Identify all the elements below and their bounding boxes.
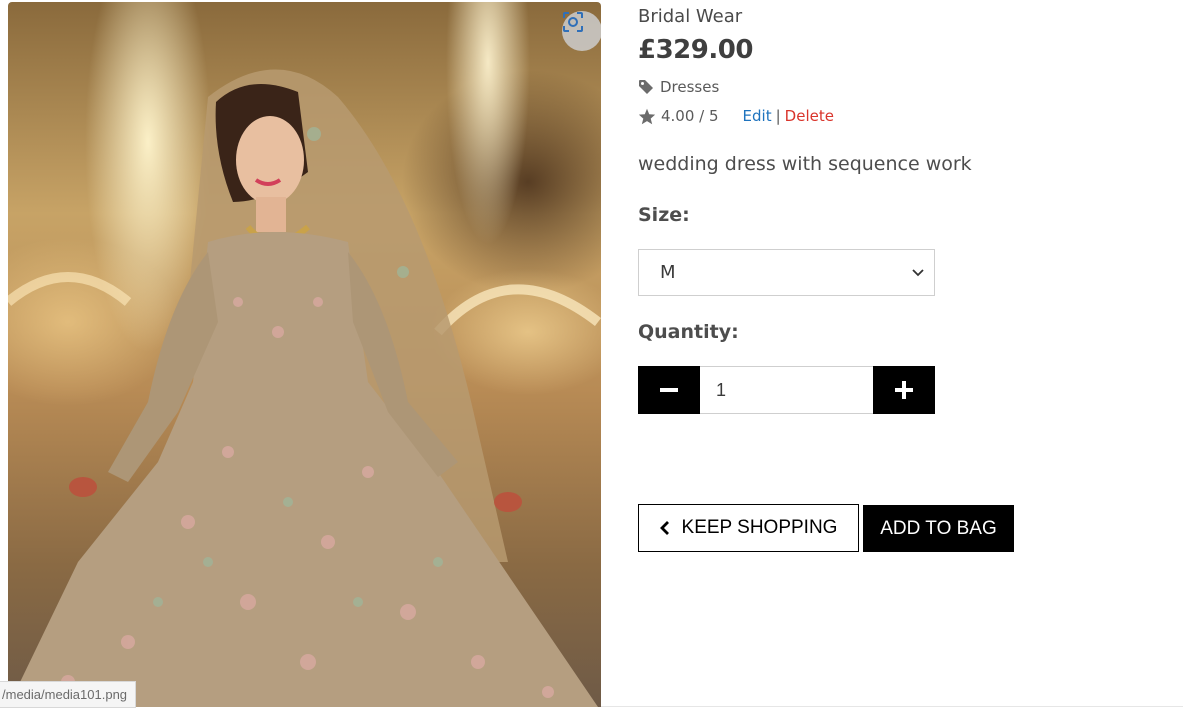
- delete-link[interactable]: Delete: [785, 107, 834, 125]
- star-icon: [638, 108, 656, 124]
- quantity-label: Quantity:: [638, 321, 739, 343]
- product-image[interactable]: [8, 2, 601, 707]
- product-description: wedding dress with sequence work: [638, 153, 972, 175]
- rating-row: 4.00 / 5 Edit | Delete: [638, 107, 834, 125]
- product-name: Bridal Wear: [638, 6, 743, 27]
- increment-button[interactable]: [873, 366, 935, 414]
- keep-shopping-label: KEEP SHOPPING: [681, 517, 838, 538]
- zoom-scan-icon: [563, 12, 583, 32]
- plus-icon: [895, 381, 913, 399]
- bride-illustration: [8, 69, 601, 707]
- edit-link[interactable]: Edit: [743, 107, 772, 125]
- product-category[interactable]: Dresses: [638, 78, 719, 96]
- category-label: Dresses: [660, 78, 720, 96]
- chevron-left-icon: [659, 521, 669, 535]
- divider: [601, 706, 1183, 707]
- product-price: £329.00: [638, 35, 753, 65]
- size-label: Size:: [638, 204, 690, 226]
- quantity-input[interactable]: 1: [700, 366, 873, 414]
- keep-shopping-button[interactable]: KEEP SHOPPING: [638, 504, 859, 552]
- rating-value: 4.00 / 5: [661, 107, 719, 125]
- size-select[interactable]: M: [638, 249, 935, 296]
- add-to-bag-button[interactable]: ADD TO BAG: [863, 505, 1014, 552]
- chevron-down-icon: [912, 268, 924, 276]
- decrement-button[interactable]: [638, 366, 700, 414]
- quantity-stepper: 1: [638, 366, 935, 414]
- zoom-button[interactable]: [562, 11, 601, 51]
- status-bar-url: /media/media101.png: [0, 681, 137, 708]
- size-selected-value: M: [660, 262, 676, 283]
- minus-icon: [660, 388, 678, 392]
- tag-icon: [639, 80, 653, 94]
- link-separator: |: [775, 107, 781, 125]
